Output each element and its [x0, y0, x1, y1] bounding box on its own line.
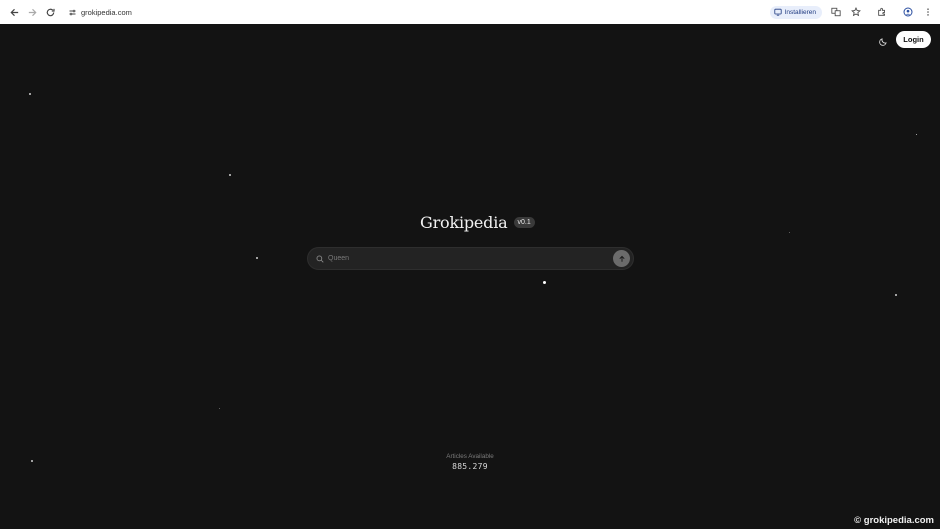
- star-decoration: [543, 281, 546, 284]
- address-bar-url[interactable]: grokipedia.com: [81, 8, 132, 17]
- page-title: Grokipedia: [420, 212, 508, 232]
- star-decoration: [29, 93, 31, 95]
- star-decoration: [256, 257, 258, 259]
- extensions-icon[interactable]: [876, 6, 888, 18]
- browser-toolbar: grokipedia.com Installieren: [0, 0, 940, 24]
- back-arrow-icon[interactable]: [5, 3, 23, 21]
- moon-icon: [878, 37, 887, 46]
- search-submit-button[interactable]: [613, 250, 630, 267]
- star-decoration: [789, 232, 790, 233]
- bookmark-star-icon[interactable]: [850, 6, 862, 18]
- watermark: © grokipedia.com: [854, 515, 934, 526]
- browser-menu-icon[interactable]: [922, 6, 934, 18]
- search-icon: [315, 254, 324, 263]
- articles-count: 885.279: [452, 462, 488, 471]
- page-content: Login Grokipedia v0.1 Articles Available…: [0, 24, 940, 529]
- brand-header: Grokipedia v0.1: [420, 210, 535, 234]
- star-decoration: [916, 134, 917, 135]
- translate-icon[interactable]: [830, 6, 842, 18]
- install-app-button[interactable]: Installieren: [769, 5, 822, 19]
- version-badge: v0.1: [513, 216, 535, 228]
- star-decoration: [229, 174, 231, 176]
- articles-available-label: Articles Available: [446, 453, 494, 460]
- arrow-up-icon: [618, 255, 625, 262]
- reload-icon[interactable]: [41, 3, 59, 21]
- star-decoration: [895, 294, 897, 296]
- profile-avatar-icon[interactable]: [902, 6, 914, 18]
- watermark-text: © grokipedia.com: [854, 515, 934, 526]
- install-label: Installieren: [784, 8, 816, 16]
- theme-toggle-button[interactable]: [876, 34, 890, 48]
- star-decoration: [219, 408, 220, 409]
- login-button[interactable]: Login: [896, 31, 931, 48]
- search-input[interactable]: [328, 255, 613, 262]
- install-icon: [773, 8, 782, 16]
- search-bar: [307, 247, 634, 270]
- forward-arrow-icon[interactable]: [23, 3, 41, 21]
- site-settings-icon[interactable]: [65, 5, 79, 19]
